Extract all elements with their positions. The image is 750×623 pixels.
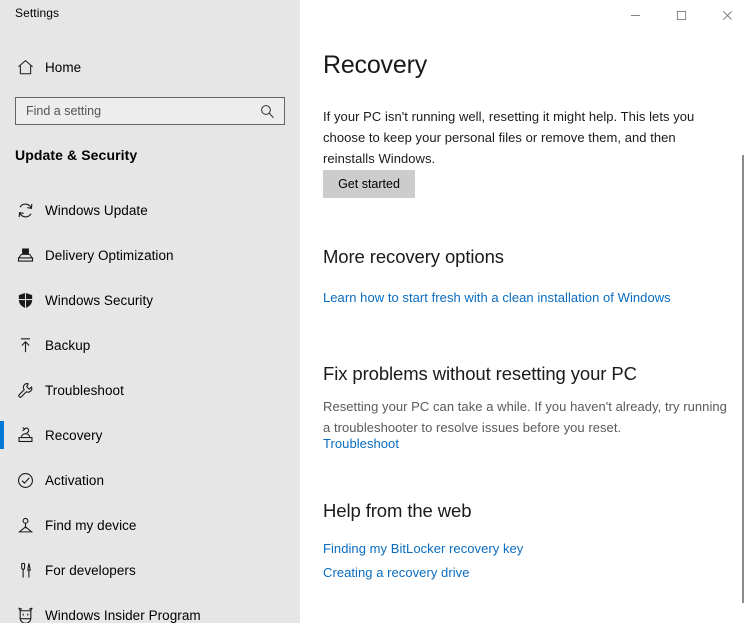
search-icon[interactable] (259, 103, 276, 120)
page-title: Recovery (323, 51, 427, 79)
tools-icon (14, 560, 36, 582)
maximize-button[interactable] (658, 0, 704, 30)
sidebar-item-windows-update[interactable]: Windows Update (0, 188, 300, 233)
sidebar-item-label: Windows Insider Program (45, 607, 201, 623)
sidebar-item-windows-security[interactable]: Windows Security (0, 278, 300, 323)
section-heading-help-from-the-web: Help from the web (323, 500, 472, 521)
sidebar-item-label: For developers (45, 562, 136, 578)
sidebar-item-recovery[interactable]: Recovery (0, 413, 300, 458)
sidebar-item-for-developers[interactable]: For developers (0, 548, 300, 593)
locate-icon (14, 515, 36, 537)
sidebar-item-home[interactable]: Home (0, 45, 300, 90)
check-circle-icon (14, 470, 36, 492)
wrench-icon (14, 380, 36, 402)
shield-icon (14, 290, 36, 312)
title-bar (300, 0, 750, 30)
sidebar-item-troubleshoot[interactable]: Troubleshoot (0, 368, 300, 413)
category-heading: Update & Security (15, 147, 138, 163)
link-finding-bitlocker-recovery-key[interactable]: Finding my BitLocker recovery key (323, 539, 523, 558)
sidebar-item-label: Home (45, 59, 82, 75)
refresh-icon (14, 200, 36, 222)
home-icon (14, 57, 36, 79)
app-title: Settings (15, 6, 60, 20)
reset-pc-description: If your PC isn't running well, resetting… (323, 109, 695, 166)
sidebar-item-label: Find my device (45, 517, 137, 533)
selection-indicator (0, 421, 4, 449)
sidebar-item-label: Windows Security (45, 292, 154, 308)
link-start-fresh-clean-install[interactable]: Learn how to start fresh with a clean in… (323, 288, 671, 307)
sidebar-item-label: Activation (45, 472, 105, 488)
upload-icon (14, 335, 36, 357)
sidebar-item-delivery-optimization[interactable]: Delivery Optimization (0, 233, 300, 278)
sidebar-item-windows-insider-program[interactable]: Windows Insider Program (0, 593, 300, 623)
search-input[interactable] (16, 98, 256, 124)
sidebar: Settings Home Update & Security (0, 0, 300, 623)
minimize-button[interactable] (612, 0, 658, 30)
settings-window: Settings Home Update & Security (0, 0, 750, 623)
scrollbar[interactable] (736, 30, 750, 623)
link-creating-a-recovery-drive[interactable]: Creating a recovery drive (323, 563, 469, 582)
get-started-button[interactable]: Get started (323, 170, 415, 198)
recovery-icon (14, 425, 36, 447)
section-heading-more-recovery-options: More recovery options (323, 246, 504, 267)
section-heading-fix-problems: Fix problems without resetting your PC (323, 363, 637, 384)
fix-problems-description: Resetting your PC can take a while. If y… (323, 399, 727, 435)
sidebar-item-backup[interactable]: Backup (0, 323, 300, 368)
scrollbar-thumb[interactable] (742, 155, 744, 603)
sidebar-item-label: Troubleshoot (45, 382, 124, 398)
search-box[interactable] (15, 97, 285, 125)
sidebar-item-label: Recovery (45, 427, 103, 443)
content-pane: Recovery If your PC isn't running well, … (300, 0, 750, 623)
sidebar-item-find-my-device[interactable]: Find my device (0, 503, 300, 548)
link-troubleshoot[interactable]: Troubleshoot (323, 434, 399, 453)
sidebar-item-label: Windows Update (45, 202, 148, 218)
close-button[interactable] (704, 0, 750, 30)
sidebar-item-label: Delivery Optimization (45, 247, 174, 263)
delivery-icon (14, 245, 36, 267)
insider-icon (14, 605, 36, 623)
sidebar-item-label: Backup (45, 337, 91, 353)
sidebar-item-activation[interactable]: Activation (0, 458, 300, 503)
